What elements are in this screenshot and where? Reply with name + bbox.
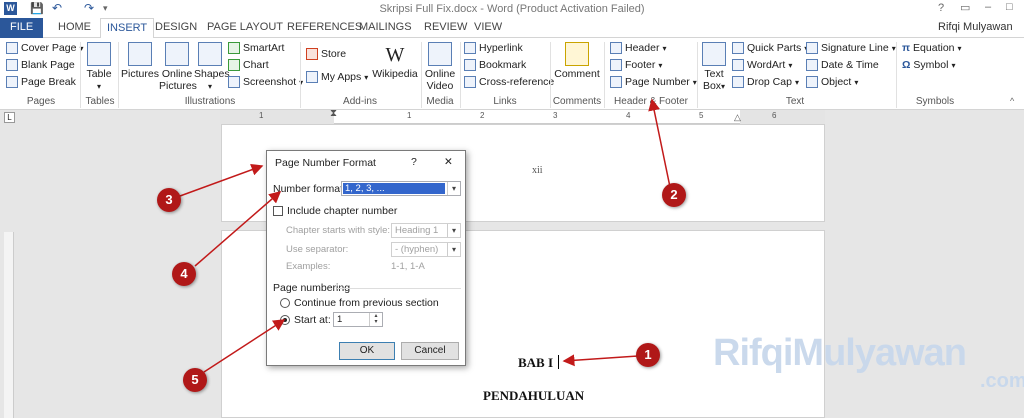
arrow-1 xyxy=(562,354,639,367)
step-marker-3: 3 xyxy=(157,188,181,212)
step-marker-4: 4 xyxy=(172,262,196,286)
step-marker-5: 5 xyxy=(183,368,207,392)
arrow-3 xyxy=(179,163,264,197)
arrow-5 xyxy=(203,319,286,373)
arrow-4 xyxy=(194,191,282,267)
annotation-arrows xyxy=(179,98,671,373)
arrow-2 xyxy=(648,98,671,188)
step-marker-1: 1 xyxy=(636,343,660,367)
step-marker-2: 2 xyxy=(662,183,686,207)
